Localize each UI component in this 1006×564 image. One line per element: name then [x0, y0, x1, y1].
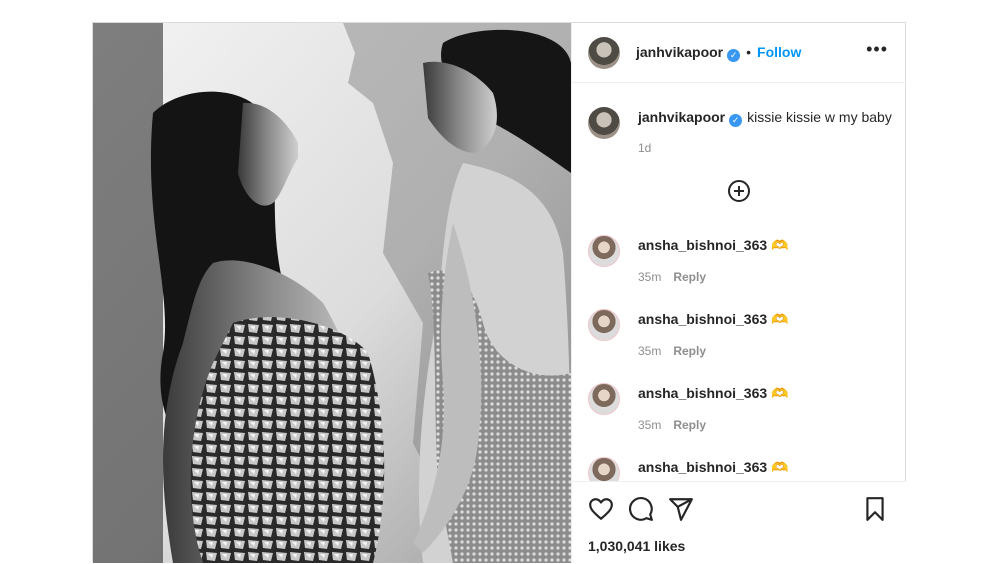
comment-item: ansha_bishnoi_363 🫶 35m Reply: [588, 309, 888, 379]
post-header: janhvikapoor ✓ • Follow •••: [572, 23, 906, 83]
comment-username[interactable]: ansha_bishnoi_363 🫶: [638, 459, 789, 476]
author-avatar[interactable]: [588, 37, 620, 69]
post-photo-image: [93, 23, 571, 563]
comment-username[interactable]: ansha_bishnoi_363 🫶: [638, 311, 789, 328]
commenter-avatar[interactable]: [588, 235, 620, 267]
caption: janhvikapoor ✓ kissie kissie w my baby: [638, 109, 892, 127]
commenter-avatar[interactable]: [588, 383, 620, 415]
reply-button[interactable]: Reply: [673, 344, 706, 358]
comment-username[interactable]: ansha_bishnoi_363 🫶: [638, 237, 789, 254]
comment-timestamp[interactable]: 35m: [638, 418, 661, 432]
caption-username[interactable]: janhvikapoor: [638, 109, 725, 125]
comment-timestamp[interactable]: 35m: [638, 344, 661, 358]
caption-text: kissie kissie w my baby: [747, 109, 892, 125]
post-card: janhvikapoor ✓ • Follow ••• janhvikapoor ✓ ki…: [92, 22, 906, 564]
bookmark-icon[interactable]: [862, 496, 888, 522]
action-bar: 1,030,041 likes: [572, 481, 906, 564]
reply-button[interactable]: Reply: [673, 270, 706, 284]
author-line: janhvikapoor ✓ • Follow: [636, 44, 801, 62]
heart-icon[interactable]: [588, 496, 614, 522]
comment-meta: 35m Reply: [638, 344, 706, 358]
commenter-avatar[interactable]: [588, 309, 620, 341]
post-sidebar: janhvikapoor ✓ • Follow ••• janhvikapoor ✓ ki…: [571, 23, 906, 564]
follow-button[interactable]: Follow: [757, 44, 801, 60]
caption-avatar[interactable]: [588, 107, 620, 139]
comment-meta: 35m Reply: [638, 270, 706, 284]
comment-icon[interactable]: [628, 496, 654, 522]
share-icon[interactable]: [668, 496, 694, 522]
reply-button[interactable]: Reply: [673, 418, 706, 432]
comment-item: ansha_bishnoi_363 🫶 35m Reply: [588, 383, 888, 453]
post-photo[interactable]: [93, 23, 571, 563]
author-username[interactable]: janhvikapoor: [636, 44, 723, 60]
separator-dot: •: [746, 44, 752, 60]
load-more-comments-icon[interactable]: [728, 180, 750, 202]
verified-badge-icon: ✓: [729, 114, 743, 127]
likes-count[interactable]: 1,030,041 likes: [588, 538, 685, 554]
comment-username[interactable]: ansha_bishnoi_363 🫶: [638, 385, 789, 402]
comment-timestamp[interactable]: 35m: [638, 270, 661, 284]
comment-meta: 35m Reply: [638, 418, 706, 432]
caption-timestamp[interactable]: 1d: [638, 141, 651, 155]
verified-badge-icon: ✓: [727, 49, 741, 62]
more-options-icon[interactable]: •••: [866, 39, 888, 60]
comment-item: ansha_bishnoi_363 🫶 35m Reply: [588, 235, 888, 305]
